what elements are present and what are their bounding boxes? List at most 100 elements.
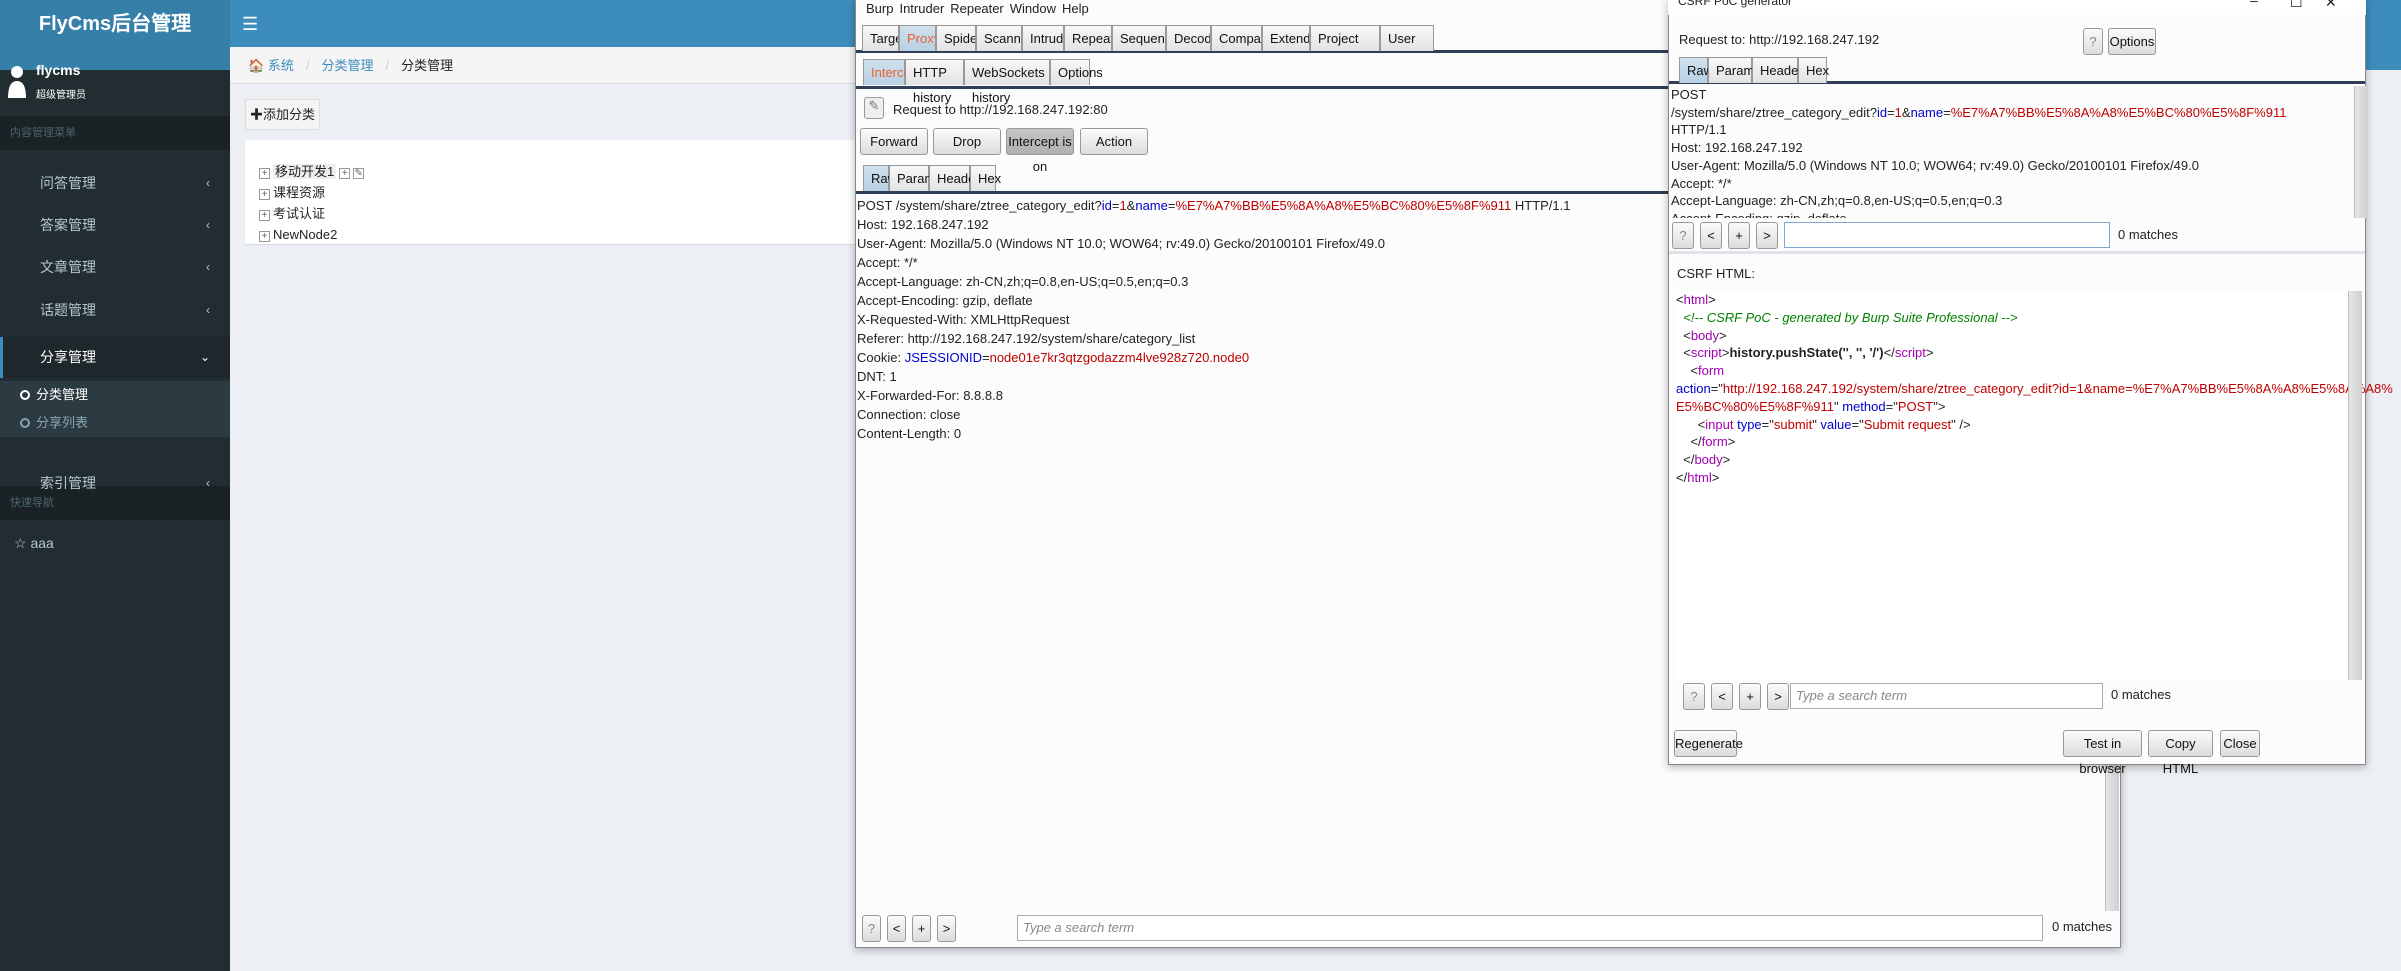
request-search-input[interactable]: Type a search term: [1017, 915, 2043, 941]
subtab-http-history[interactable]: HTTP history: [905, 59, 964, 105]
edit-node-icon[interactable]: ✎: [353, 168, 365, 179]
tab-repeater[interactable]: Repeater: [1064, 25, 1112, 51]
burp-drop-button[interactable]: Drop: [933, 128, 1001, 155]
csrf-html-editor[interactable]: <html> <!-- CSRF PoC - generated by Burp…: [1676, 291, 2393, 487]
tree-node-label[interactable]: 课程资源: [273, 185, 325, 200]
tree-node[interactable]: + 移动开发1 + ✎: [259, 162, 367, 182]
csrf-html-search-help-button[interactable]: ?: [1683, 683, 1705, 710]
sidebar-item[interactable]: 分享管理 ⌄: [0, 337, 230, 378]
maximize-icon[interactable]: ☐: [2290, 0, 2303, 11]
tree-node-label[interactable]: 考试认证: [273, 206, 325, 221]
sidebar-item[interactable]: 话题管理 ‹: [0, 290, 230, 331]
subtab-options[interactable]: Options: [1050, 59, 1103, 85]
csrf-request-search-help-button[interactable]: ?: [1672, 222, 1694, 249]
minimize-icon[interactable]: –: [2250, 0, 2258, 8]
tab-decoder[interactable]: Decoder: [1166, 25, 1211, 51]
menu-window[interactable]: Window: [1010, 1, 1056, 16]
tree-node[interactable]: + 课程资源: [259, 183, 325, 203]
burp-action-button[interactable]: Action: [1080, 128, 1148, 155]
sidebar-subitem[interactable]: 分享列表: [0, 409, 230, 437]
code-line: HTTP/1.1: [1671, 121, 2286, 139]
tree-node-label[interactable]: NewNode2: [273, 227, 337, 242]
csrf-html-search-prev-button[interactable]: <: [1711, 683, 1733, 710]
burp-forward-button[interactable]: Forward: [860, 128, 928, 155]
add-node-icon[interactable]: +: [339, 168, 351, 179]
test-in-browser-button[interactable]: Test in browser: [2063, 730, 2142, 776]
csrf-view-tab-headers[interactable]: Headers: [1752, 57, 1809, 83]
tab-spider[interactable]: Spider: [936, 25, 976, 51]
expand-icon[interactable]: +: [259, 168, 270, 179]
subtab-intercept[interactable]: Intercept: [863, 59, 922, 85]
copy-html-button[interactable]: Copy HTML: [2148, 730, 2213, 776]
csrf-view-tab-raw[interactable]: Raw: [1679, 57, 1713, 83]
tab-sequencer[interactable]: Sequencer: [1112, 25, 1166, 51]
sidebar-subitem[interactable]: 分类管理: [0, 381, 230, 409]
csrf-request-scrollbar[interactable]: [2354, 86, 2368, 218]
tree-node[interactable]: + NewNode2: [259, 225, 337, 245]
edit-pencil-icon[interactable]: ✎: [864, 97, 884, 119]
tab-target[interactable]: Target: [862, 25, 899, 51]
code-token: action: [1676, 380, 1711, 396]
csrf-html-search-next-button[interactable]: >: [1767, 683, 1789, 710]
csrf-request-search-prev-button[interactable]: <: [1700, 222, 1722, 249]
csrf-request-search-input[interactable]: [1784, 222, 2110, 248]
expand-icon[interactable]: +: [259, 210, 270, 221]
menu-toggle-icon[interactable]: ☰: [242, 14, 258, 35]
menu-burp[interactable]: Burp: [866, 1, 893, 16]
view-tab-headers[interactable]: Headers: [929, 165, 986, 191]
burp-intercept-is-on-button[interactable]: Intercept is on: [1006, 128, 1074, 174]
view-tab-params[interactable]: Params: [889, 165, 942, 191]
breadcrumb-category[interactable]: 分类管理: [321, 58, 373, 73]
csrf-html-search-add-button[interactable]: +: [1739, 683, 1761, 710]
quick-nav-aaa[interactable]: ☆ aaa: [0, 523, 230, 564]
close-window-icon[interactable]: ✕: [2325, 0, 2337, 11]
expand-icon[interactable]: +: [259, 189, 270, 200]
code-token: /system/share/ztree_category_edit?: [1671, 104, 1877, 120]
breadcrumb-system[interactable]: 系统: [268, 58, 294, 73]
options-button[interactable]: Options: [2108, 28, 2156, 55]
csrf-request-search-add-button[interactable]: +: [1728, 222, 1750, 249]
menu-help[interactable]: Help: [1062, 1, 1089, 16]
subtab-websockets-history[interactable]: WebSockets history: [964, 59, 1050, 105]
tab-intruder[interactable]: Intruder: [1022, 25, 1064, 51]
request-editor[interactable]: POST /system/share/ztree_category_edit?i…: [857, 196, 1571, 443]
csrf-view-tab-params[interactable]: Params: [1708, 57, 1761, 83]
close-button[interactable]: Close: [2220, 730, 2260, 757]
tree-node[interactable]: + 考试认证: [259, 204, 325, 224]
category-tree: [245, 140, 865, 244]
tab-user-options[interactable]: User options: [1380, 25, 1434, 51]
csrf-request-editor[interactable]: POST/system/share/ztree_category_edit?id…: [1671, 86, 2286, 218]
code-line: Accept: */*: [1671, 175, 2286, 193]
view-tab-hex[interactable]: Hex: [970, 165, 1001, 191]
request-search-add-button[interactable]: +: [912, 915, 931, 942]
expand-icon[interactable]: +: [259, 231, 270, 242]
sidebar-item[interactable]: 问答管理 ‹: [0, 163, 230, 204]
view-tab-raw[interactable]: Raw: [863, 165, 897, 191]
tab-project-options[interactable]: Project options: [1310, 25, 1380, 51]
sidebar-item[interactable]: 答案管理 ‹: [0, 205, 230, 246]
regenerate-button[interactable]: Regenerate: [1674, 730, 1743, 757]
menu-repeater[interactable]: Repeater: [950, 1, 1003, 16]
csrf-view-tab-hex[interactable]: Hex: [1798, 57, 1829, 83]
code-token: >: [1708, 292, 1716, 307]
csrf-request-search-next-button[interactable]: >: [1756, 222, 1778, 249]
code-token: id: [1101, 198, 1112, 213]
tab-extender[interactable]: Extender: [1262, 25, 1310, 51]
csrf-html-scrollbar[interactable]: [2348, 291, 2362, 680]
help-button[interactable]: ?: [2083, 28, 2103, 55]
request-search-help-button[interactable]: ?: [862, 915, 881, 942]
menu-intruder[interactable]: Intruder: [899, 1, 944, 16]
split-divider[interactable]: [1669, 251, 2365, 254]
tab-comparer[interactable]: Comparer: [1211, 25, 1262, 51]
sidebar-item[interactable]: 文章管理 ‹: [0, 247, 230, 288]
request-search-prev-button[interactable]: <: [887, 915, 906, 942]
add-category-button[interactable]: ✚添加分类: [245, 99, 321, 130]
sidebar-item[interactable]: 索引管理 ‹: [0, 463, 230, 504]
csrf-html-search-input[interactable]: Type a search term: [1790, 683, 2103, 709]
code-token: body: [1694, 452, 1723, 468]
request-search-next-button[interactable]: >: [937, 915, 956, 942]
tab-scanner[interactable]: Scanner: [976, 25, 1022, 51]
tab-proxy[interactable]: Proxy: [899, 25, 936, 51]
tree-node-label[interactable]: 移动开发1: [273, 164, 337, 179]
logo[interactable]: FlyCms后台管理: [0, 0, 230, 70]
